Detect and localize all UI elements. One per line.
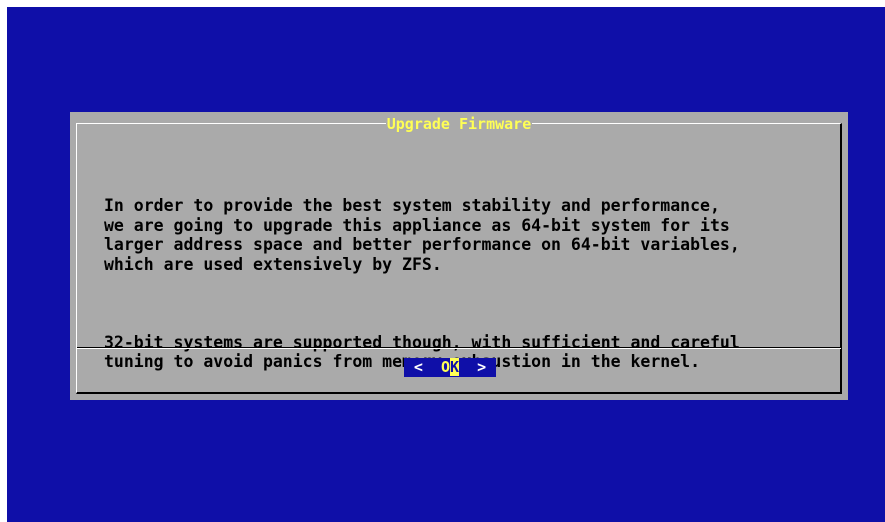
upgrade-firmware-dialog: Upgrade Firmware In order to provide the… [70,112,848,400]
terminal-screen: Upgrade Firmware In order to provide the… [7,7,885,522]
ok-button-left-bracket: < [413,358,441,376]
dialog-title-text: Upgrade Firmware [385,115,533,133]
button-separator [77,348,841,349]
dialog-title: Upgrade Firmware [70,115,848,133]
message-paragraph-1: In order to provide the best system stab… [104,196,740,274]
ok-button[interactable]: < OK > [404,358,496,377]
ok-button-right-bracket: > [459,358,487,376]
ok-button-hotkey: O [440,358,450,376]
ok-button-cursor: K [450,358,460,376]
